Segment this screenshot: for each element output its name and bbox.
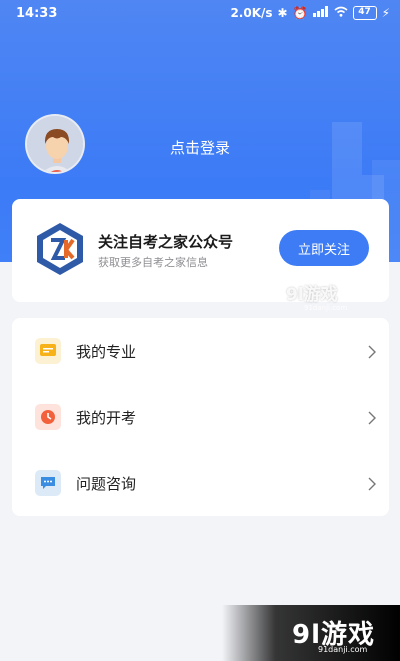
- chevron-right-icon: [367, 410, 377, 425]
- network-speed: 2.0K/s: [230, 6, 273, 20]
- watermark-url-mid: 91danji.com: [304, 304, 348, 312]
- book-icon: [35, 338, 61, 364]
- follow-card-subtitle: 获取更多自考之家信息: [98, 256, 208, 269]
- follow-card-title: 关注自考之家公众号: [98, 233, 234, 251]
- menu-item-consult[interactable]: 问题咨询: [12, 450, 389, 516]
- watermark-url: 91danji.com: [318, 645, 368, 654]
- wifi-icon: [334, 6, 348, 20]
- follow-button[interactable]: 立即关注: [279, 230, 369, 266]
- menu-list: 我的专业 我的开考 问题咨询: [12, 318, 389, 516]
- alarm-icon: ⏰: [292, 6, 308, 20]
- menu-label: 我的专业: [76, 343, 137, 361]
- status-icons: 2.0K/s ✱ ⏰ 47 ⚡: [230, 6, 390, 20]
- menu-label: 我的开考: [76, 409, 137, 427]
- login-link[interactable]: 点击登录: [0, 137, 400, 158]
- bluetooth-icon: ✱: [277, 6, 288, 20]
- chevron-right-icon: [367, 476, 377, 491]
- clock-icon: [35, 404, 61, 430]
- charging-icon: ⚡: [381, 6, 390, 20]
- zkzj-logo-icon: [34, 221, 86, 277]
- status-time: 14:33: [16, 6, 58, 21]
- menu-item-my-major[interactable]: 我的专业: [12, 318, 389, 384]
- chat-icon: [35, 470, 61, 496]
- menu-item-my-exams[interactable]: 我的开考: [12, 384, 389, 450]
- chevron-right-icon: [367, 344, 377, 359]
- signal-icon: [312, 6, 329, 20]
- menu-label: 问题咨询: [76, 475, 137, 493]
- watermark-brand-mid: 9l游戏: [286, 285, 338, 305]
- status-bar: 14:33 2.0K/s ✱ ⏰ 47 ⚡: [0, 0, 400, 28]
- battery-indicator: 47: [352, 6, 377, 20]
